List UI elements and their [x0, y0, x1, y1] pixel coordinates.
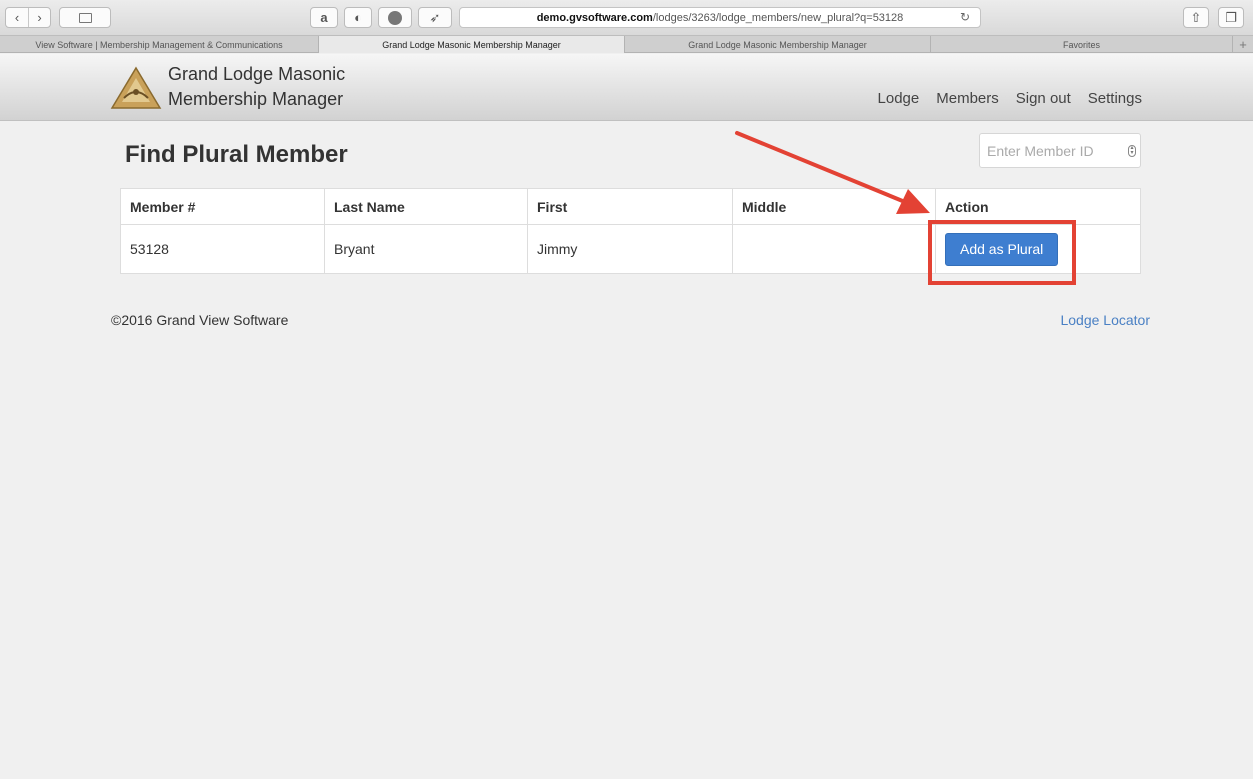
- browser-toolbar: ‹ › a ◐ ➶ demo.gvsoftware.com/lodges/326…: [0, 0, 1253, 36]
- nav-sign-out[interactable]: Sign out: [1016, 90, 1071, 107]
- browser-tab-active[interactable]: Grand Lodge Masonic Membership Manager: [319, 36, 625, 53]
- browser-tab[interactable]: Grand Lodge Masonic Membership Manager: [625, 36, 931, 53]
- cell-middle-name: [732, 224, 936, 274]
- share-button[interactable]: ⇧: [1183, 7, 1209, 28]
- amazon-icon: a: [320, 10, 328, 25]
- extension-icon: ◐: [354, 10, 362, 25]
- back-icon[interactable]: ‹: [6, 8, 28, 27]
- tabs-overview-icon: ❐: [1225, 9, 1237, 25]
- nav-settings[interactable]: Settings: [1088, 90, 1142, 107]
- nav-lodge[interactable]: Lodge: [878, 90, 920, 107]
- app-header: Grand Lodge Masonic Membership Manager L…: [0, 54, 1253, 121]
- brand-line-1: Grand Lodge Masonic: [168, 64, 346, 84]
- cell-member-number: 53128: [120, 224, 325, 274]
- back-forward-buttons[interactable]: ‹ ›: [5, 7, 51, 28]
- sidebar-icon: [78, 12, 92, 23]
- address-path: /lodges/3263/lodge_members/new_plural?q=…: [652, 11, 904, 24]
- tabs-overview-button[interactable]: ❐: [1218, 7, 1244, 28]
- adblock-icon: [388, 10, 402, 25]
- amazon-extension-button[interactable]: a: [310, 7, 338, 28]
- brand-title[interactable]: Grand Lodge Masonic Membership Manager: [168, 62, 345, 112]
- cursor-icon: ➶: [429, 9, 441, 25]
- address-bar[interactable]: demo.gvsoftware.com/lodges/3263/lodge_me…: [459, 7, 981, 28]
- brand-line-2: Membership Manager: [168, 89, 344, 109]
- share-icon: ⇧: [1190, 9, 1202, 25]
- column-header-last-name: Last Name: [324, 188, 528, 225]
- cursor-extension-button[interactable]: ➶: [418, 7, 452, 28]
- sidebar-toggle-button[interactable]: [59, 7, 111, 28]
- adblock-button[interactable]: [378, 7, 412, 28]
- tab-strip: View Software | Membership Management & …: [0, 36, 1253, 53]
- column-header-first: First: [527, 188, 733, 225]
- copyright-text: ©2016 Grand View Software: [111, 312, 289, 328]
- main-nav: Lodge Members Sign out Settings: [878, 90, 1142, 107]
- stepper-icon[interactable]: ▴ ▾: [1128, 145, 1136, 157]
- browser-tab-favorites[interactable]: Favorites: [931, 36, 1233, 53]
- column-header-member-number: Member #: [120, 188, 325, 225]
- nav-members[interactable]: Members: [936, 90, 999, 107]
- cell-first-name: Jimmy: [527, 224, 733, 274]
- address-host: demo.gvsoftware.com: [536, 11, 653, 24]
- browser-tab[interactable]: View Software | Membership Management & …: [0, 36, 319, 53]
- reload-icon[interactable]: ↻: [960, 10, 970, 24]
- member-id-input[interactable]: [979, 133, 1141, 168]
- annotation-highlight-box: [928, 220, 1076, 285]
- masonic-logo-icon: [110, 66, 162, 109]
- extension-button[interactable]: ◐: [344, 7, 372, 28]
- page-title: Find Plural Member: [125, 141, 348, 168]
- lodge-locator-link[interactable]: Lodge Locator: [1060, 312, 1150, 328]
- cell-last-name: Bryant: [324, 224, 528, 274]
- forward-icon[interactable]: ›: [28, 8, 50, 27]
- new-tab-icon[interactable]: +: [1233, 36, 1253, 52]
- column-header-middle: Middle: [732, 188, 936, 225]
